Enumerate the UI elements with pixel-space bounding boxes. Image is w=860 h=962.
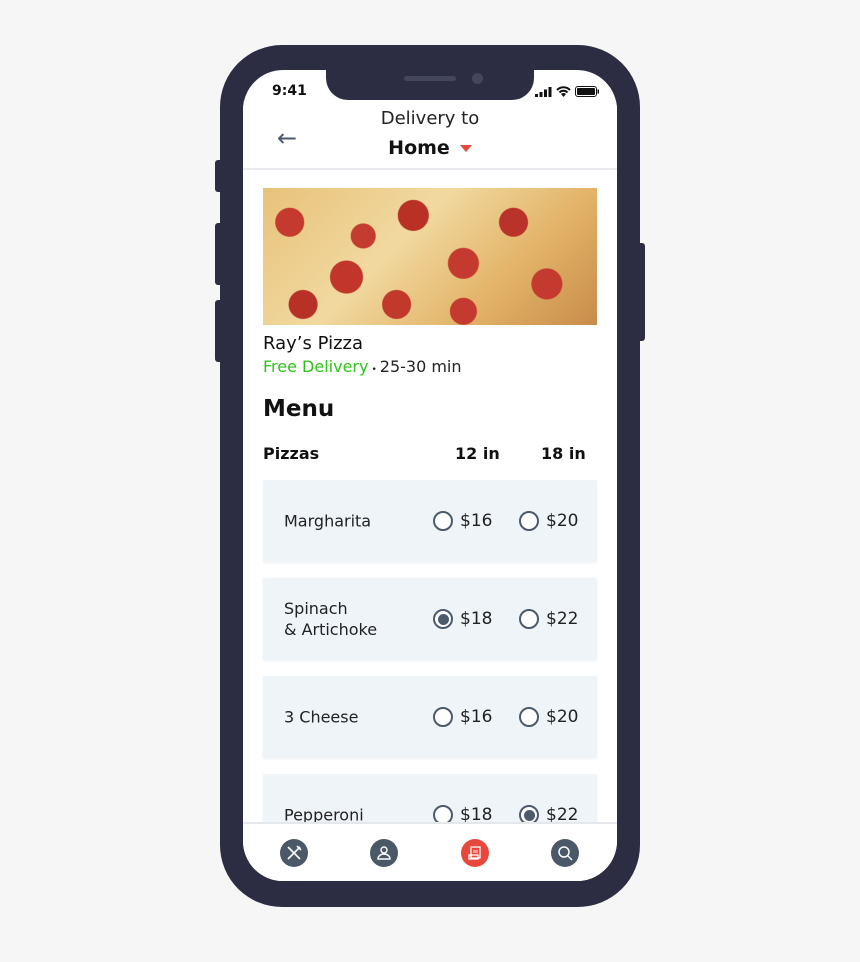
size-option[interactable]: $22 (519, 609, 578, 629)
caret-down-icon (459, 145, 472, 152)
location-label: Home (388, 137, 450, 159)
delivery-fee: Free Delivery (263, 357, 369, 376)
menu-title: Menu (263, 396, 335, 422)
battery-icon (575, 86, 599, 97)
size-option[interactable]: $16 (433, 511, 492, 531)
size-option[interactable]: $16 (433, 707, 492, 727)
radio-button[interactable] (519, 609, 539, 629)
power-button (637, 243, 645, 341)
header-title: Delivery to (380, 108, 480, 129)
pizza-name: 3 Cheese (284, 707, 359, 727)
wifi-icon (556, 86, 571, 97)
status-icons (535, 86, 599, 97)
menu-header: Pizzas 12 in 18 in (263, 444, 597, 466)
price: $16 (460, 707, 493, 727)
price: $18 (460, 609, 493, 629)
menu-item-row: 3 Cheese $16 $20 (263, 676, 597, 758)
search-icon[interactable] (551, 839, 579, 867)
restaurant-name: Ray’s Pizza (263, 333, 364, 354)
size-option[interactable]: $18 (433, 609, 492, 629)
order-icon[interactable] (461, 839, 489, 867)
menu-item-row: Spinach & Artichoke $18 $22 (263, 578, 597, 660)
utensils-icon[interactable] (280, 839, 308, 867)
location-dropdown[interactable]: Home (243, 137, 617, 159)
radio-button[interactable] (433, 707, 453, 727)
volume-down (215, 300, 223, 362)
signal-icon (535, 86, 552, 97)
user-icon[interactable] (370, 839, 398, 867)
price: $20 (546, 511, 579, 531)
size-12-label: 12 in (455, 444, 500, 463)
radio-button[interactable] (519, 511, 539, 531)
radio-button[interactable] (519, 707, 539, 727)
radio-button[interactable] (433, 609, 453, 629)
restaurant-image (263, 188, 597, 325)
status-time: 9:41 (272, 83, 307, 99)
size-18-label: 18 in (541, 444, 586, 463)
size-option[interactable]: $20 (519, 707, 578, 727)
volume-up (215, 223, 223, 285)
menu-item-row: Margharita $16 $20 (263, 480, 597, 562)
radio-button[interactable] (433, 511, 453, 531)
pizza-name: Spinach & Artichoke (284, 599, 378, 639)
screen: 9:41 ← Delivery to Home Ray’s Pizza Free… (243, 70, 617, 881)
pizza-name: Margharita (284, 511, 372, 531)
price: $16 (460, 511, 493, 531)
notch (326, 70, 534, 100)
content: Ray’s Pizza Free Delivery • 25-30 min Menu… (263, 188, 597, 856)
mute-switch (215, 160, 223, 192)
delivery-eta: 25-30 min (379, 357, 462, 376)
delivery-info: Free Delivery • 25-30 min (263, 357, 462, 376)
category-label: Pizzas (263, 444, 320, 463)
bottom-nav (243, 822, 617, 881)
price: $20 (546, 707, 579, 727)
price: $22 (546, 609, 579, 629)
header: ← Delivery to Home (243, 100, 617, 170)
size-option[interactable]: $20 (519, 511, 578, 531)
